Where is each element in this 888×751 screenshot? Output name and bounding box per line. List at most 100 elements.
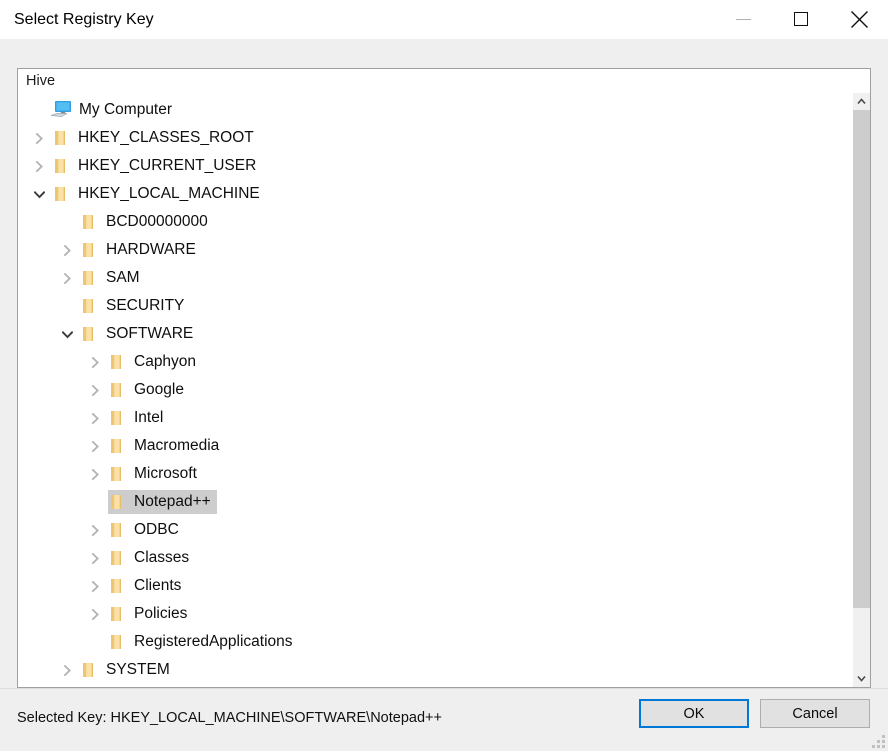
tree-node-content[interactable]: HKEY_CLASSES_ROOT bbox=[52, 126, 260, 150]
window-controls bbox=[714, 0, 888, 38]
tree-node[interactable]: Macromedia bbox=[18, 432, 853, 460]
tree-node-label: Notepad++ bbox=[134, 493, 211, 510]
tree-node-content[interactable]: BCD00000000 bbox=[80, 210, 214, 234]
folder-icon bbox=[111, 439, 121, 453]
minimize-button[interactable] bbox=[714, 0, 772, 38]
tree-node-content[interactable]: HARDWARE bbox=[80, 238, 202, 262]
tree-node[interactable]: HKEY_CLASSES_ROOT bbox=[18, 124, 853, 152]
expand-chevron-right-button[interactable] bbox=[54, 264, 80, 292]
tree-node-content[interactable]: RegisteredApplications bbox=[108, 630, 299, 654]
cancel-button[interactable]: Cancel bbox=[760, 699, 870, 728]
expand-chevron-right-button[interactable] bbox=[54, 236, 80, 264]
tree-node[interactable]: ODBC bbox=[18, 516, 853, 544]
tree-node-content[interactable]: Notepad++ bbox=[108, 490, 217, 514]
tree-node-label: RegisteredApplications bbox=[134, 633, 293, 650]
folder-icon bbox=[111, 467, 121, 481]
tree-node-content[interactable]: SYSTEM bbox=[80, 658, 176, 682]
expand-chevron-right-button[interactable] bbox=[82, 600, 108, 628]
expand-chevron-right-button[interactable] bbox=[82, 404, 108, 432]
title-bar: Select Registry Key bbox=[0, 0, 888, 39]
expand-chevron-right-button[interactable] bbox=[82, 460, 108, 488]
folder-icon bbox=[111, 411, 121, 425]
tree-node-content[interactable]: ODBC bbox=[108, 518, 185, 542]
tree-node-content[interactable]: Policies bbox=[108, 602, 193, 626]
tree-node[interactable]: SECURITY bbox=[18, 292, 853, 320]
collapse-chevron-down-button[interactable] bbox=[54, 320, 80, 348]
twisty-placeholder bbox=[54, 292, 80, 320]
tree-node-label: Google bbox=[134, 381, 184, 398]
scrollbar-thumb[interactable] bbox=[853, 110, 870, 609]
tree-node[interactable]: Notepad++ bbox=[18, 488, 853, 516]
tree-node-content[interactable]: SECURITY bbox=[80, 294, 190, 318]
chevron-down-icon bbox=[33, 190, 45, 198]
tree-node[interactable]: Caphyon bbox=[18, 348, 853, 376]
chevron-right-icon bbox=[91, 440, 99, 452]
folder-icon bbox=[83, 299, 93, 313]
window-title: Select Registry Key bbox=[14, 11, 154, 28]
expand-chevron-right-button[interactable] bbox=[82, 376, 108, 404]
tree-node-content[interactable]: Microsoft bbox=[108, 462, 203, 486]
resize-grip[interactable] bbox=[871, 734, 885, 748]
tree-node-content[interactable]: Clients bbox=[108, 574, 187, 598]
tree-node-content[interactable]: My Computer bbox=[50, 98, 178, 122]
twisty-placeholder bbox=[24, 96, 50, 124]
tree-node[interactable]: SYSTEM bbox=[18, 656, 853, 684]
expand-chevron-right-button[interactable] bbox=[82, 432, 108, 460]
tree-node[interactable]: SOFTWARE bbox=[18, 320, 853, 348]
tree-node-content[interactable]: HKEY_LOCAL_MACHINE bbox=[52, 182, 266, 206]
tree-node[interactable]: Clients bbox=[18, 572, 853, 600]
tree-node[interactable]: Intel bbox=[18, 404, 853, 432]
tree-node[interactable]: My Computer bbox=[18, 96, 853, 124]
tree-node-content[interactable]: Caphyon bbox=[108, 350, 202, 374]
collapse-chevron-down-button[interactable] bbox=[26, 180, 52, 208]
folder-icon bbox=[83, 243, 93, 257]
tree-node[interactable]: HKEY_LOCAL_MACHINE bbox=[18, 180, 853, 208]
chevron-right-icon bbox=[91, 580, 99, 592]
folder-icon bbox=[111, 495, 121, 509]
expand-chevron-right-button[interactable] bbox=[82, 572, 108, 600]
tree-node-content[interactable]: HKEY_CURRENT_USER bbox=[52, 154, 262, 178]
chevron-right-icon bbox=[91, 468, 99, 480]
tree-node-content[interactable]: Macromedia bbox=[108, 434, 225, 458]
expand-chevron-right-button[interactable] bbox=[26, 124, 52, 152]
chevron-right-icon bbox=[91, 412, 99, 424]
twisty-placeholder bbox=[82, 488, 108, 516]
hive-column-header[interactable]: Hive bbox=[17, 68, 871, 94]
expand-chevron-right-button[interactable] bbox=[54, 656, 80, 684]
selected-key-status: Selected Key: HKEY_LOCAL_MACHINE\SOFTWAR… bbox=[17, 710, 442, 726]
tree-node-content[interactable]: Intel bbox=[108, 406, 169, 430]
folder-icon bbox=[111, 551, 121, 565]
folder-icon bbox=[83, 327, 93, 341]
tree-node[interactable]: HARDWARE bbox=[18, 236, 853, 264]
tree-node-content[interactable]: Google bbox=[108, 378, 190, 402]
scroll-up-button[interactable] bbox=[853, 93, 870, 110]
tree-node[interactable]: Classes bbox=[18, 544, 853, 572]
twisty-placeholder bbox=[54, 208, 80, 236]
registry-tree[interactable]: My Computer HKEY_CLASSES_ROOT HKEY_CURRENT… bbox=[18, 93, 853, 687]
registry-tree-panel: My Computer HKEY_CLASSES_ROOT HKEY_CURRENT… bbox=[17, 93, 871, 688]
tree-vertical-scrollbar[interactable] bbox=[853, 93, 870, 687]
tree-node[interactable]: RegisteredApplications bbox=[18, 628, 853, 656]
expand-chevron-right-button[interactable] bbox=[82, 348, 108, 376]
scroll-down-button[interactable] bbox=[853, 670, 870, 687]
tree-node-label: HKEY_LOCAL_MACHINE bbox=[78, 185, 260, 202]
expand-chevron-right-button[interactable] bbox=[26, 152, 52, 180]
ok-button[interactable]: OK bbox=[639, 699, 749, 728]
folder-icon bbox=[83, 663, 93, 677]
tree-node[interactable]: Policies bbox=[18, 600, 853, 628]
tree-node[interactable]: SAM bbox=[18, 264, 853, 292]
scrollbar-track[interactable] bbox=[853, 110, 870, 670]
expand-chevron-right-button[interactable] bbox=[82, 516, 108, 544]
tree-node-content[interactable]: SAM bbox=[80, 266, 146, 290]
tree-node[interactable]: Microsoft bbox=[18, 460, 853, 488]
expand-chevron-right-button[interactable] bbox=[82, 544, 108, 572]
maximize-button[interactable] bbox=[772, 0, 830, 38]
close-button[interactable] bbox=[830, 0, 888, 38]
tree-node-label: HARDWARE bbox=[106, 241, 196, 258]
tree-node[interactable]: BCD00000000 bbox=[18, 208, 853, 236]
tree-node-content[interactable]: Classes bbox=[108, 546, 195, 570]
tree-node-content[interactable]: SOFTWARE bbox=[80, 322, 199, 346]
tree-node[interactable]: HKEY_CURRENT_USER bbox=[18, 152, 853, 180]
tree-node[interactable]: Google bbox=[18, 376, 853, 404]
tree-node-label: SOFTWARE bbox=[106, 325, 194, 342]
